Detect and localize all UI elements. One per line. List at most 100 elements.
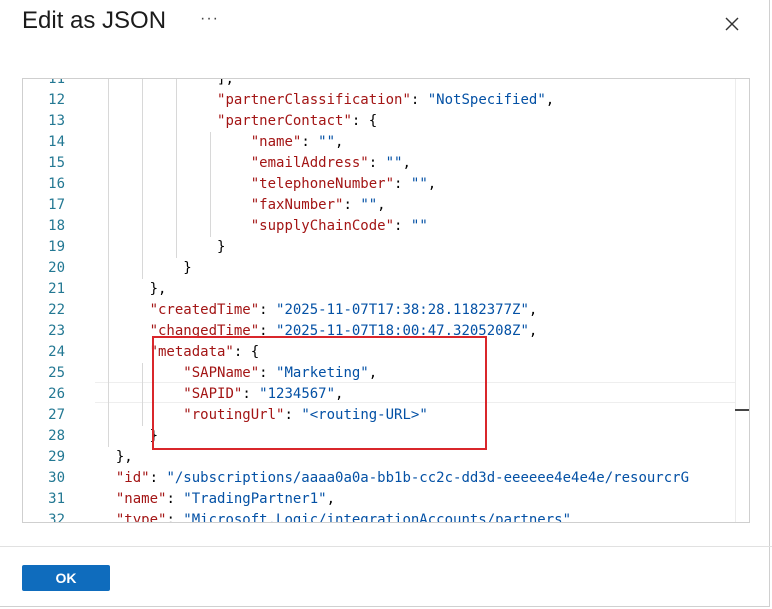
json-key: "id" [115,470,150,486]
json-string: "1234567" [259,386,336,402]
json-punctuation: , [335,134,344,150]
indent-guide [142,111,144,132]
line-number: 14 [48,134,65,150]
code-line: "supplyChainCode": "" [251,216,428,237]
json-punctuation: ], [217,79,234,87]
indent-guide [108,132,110,153]
code-line: "emailAddress": "", [251,153,411,174]
json-punctuation: } [217,239,226,255]
indent-guide [175,132,177,153]
panel-title: Edit as JSON [22,7,167,34]
ok-button[interactable]: OK [22,565,110,591]
indent-guide [209,153,211,174]
json-punctuation: } [149,428,159,444]
code-line: } [150,426,158,447]
json-punctuation: }, [149,281,167,297]
indent-guide [142,405,144,426]
indent-guide [175,195,177,216]
json-string: "" [318,134,336,150]
json-punctuation: : [394,218,411,234]
json-string: "2025-11-07T17:38:28.1182377Z" [276,302,529,318]
indent-guide [108,174,110,195]
line-number: 29 [48,449,65,465]
code-line: "SAPName": "Marketing", [183,363,377,384]
code-line: "changedTime": "2025-11-07T18:00:47.3205… [150,321,538,342]
indent-guide [175,79,177,90]
json-punctuation: , [528,302,538,318]
json-string: "Marketing" [276,365,369,381]
json-key: "partnerClassification" [217,92,411,108]
indent-guide [108,342,110,363]
indent-guide [142,174,144,195]
indent-guide [108,321,110,342]
code-line: "type": "Microsoft.Logic/integrationAcco… [116,510,571,522]
indent-guide [175,174,177,195]
indent-guide [142,153,144,174]
json-string: "TradingPartner1" [183,491,327,507]
code-line: "partnerClassification": "NotSpecified", [217,90,554,111]
json-punctuation: , [528,323,538,339]
json-string: "2025-11-07T18:00:47.3205208Z" [276,323,529,339]
code-line: } [183,258,191,279]
line-number: 16 [48,176,65,192]
code-line: } [217,237,225,258]
json-punctuation: : [259,365,277,381]
line-number: 31 [48,491,65,507]
indent-guide [142,384,144,405]
code-line: "createdTime": "2025-11-07T17:38:28.1182… [150,300,538,321]
line-number: 26 [48,386,65,402]
json-punctuation: , [326,491,336,507]
json-editor[interactable]: 11 12 13 14 15 16 17 18 19 20 21 22 23 24 25 26 27 28 29 30… [22,78,750,523]
json-key: "metadata" [149,344,234,360]
indent-guide [108,300,110,321]
json-string: "Microsoft.Logic/integrationAccounts/par… [183,512,572,522]
code-line: }, [150,279,167,300]
indent-guide [175,153,177,174]
json-string: "" [385,155,403,171]
indent-guide [108,216,110,237]
json-string: "NotSpecified" [427,92,546,108]
code-line: "name": "", [251,132,344,153]
line-number: 15 [48,155,65,171]
vertical-scrollbar[interactable] [735,79,749,522]
json-key: "routingUrl" [183,407,285,423]
line-number: 22 [48,302,65,318]
json-punctuation: : [259,302,277,318]
json-string: "" [410,176,428,192]
json-key: "createdTime" [149,302,260,318]
indent-guide [175,237,177,258]
panel-header: Edit as JSON ··· [0,0,772,48]
close-icon[interactable] [722,14,742,34]
line-number: 20 [48,260,65,276]
code-line: }, [116,447,133,468]
json-punctuation: : { [233,344,260,360]
indent-guide [108,111,110,132]
scrollbar-marker [735,409,749,411]
json-punctuation: , [368,365,378,381]
indent-guide [108,279,110,300]
code-area[interactable]: ], "partnerClassification": "NotSpecified… [95,79,735,522]
json-punctuation: : [149,470,167,486]
indent-guide [175,216,177,237]
indent-guide [108,384,110,405]
more-options-icon[interactable]: ··· [200,10,219,28]
json-key: "type" [115,512,167,522]
indent-guide [142,237,144,258]
json-punctuation: , [402,155,411,171]
indent-guide [209,195,211,216]
indent-guide [108,237,110,258]
line-number: 30 [48,470,65,486]
indent-guide [142,90,144,111]
json-punctuation: : [166,491,184,507]
code-line: "routingUrl": "<routing-URL>" [183,405,427,426]
json-punctuation: : [368,155,386,171]
json-punctuation: : [410,92,428,108]
json-punctuation: , [545,92,555,108]
line-number: 25 [48,365,65,381]
json-punctuation: }, [115,449,133,465]
indent-guide [209,216,211,237]
line-number: 21 [48,281,65,297]
json-punctuation: , [335,386,344,402]
json-punctuation: : [301,134,319,150]
json-key: "SAPID" [183,386,243,402]
